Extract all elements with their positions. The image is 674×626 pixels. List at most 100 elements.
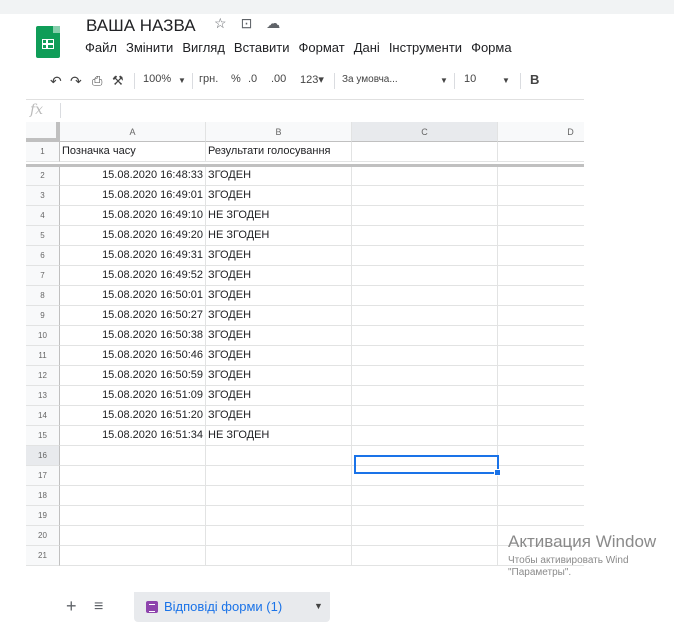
grid-cell[interactable] xyxy=(352,346,498,366)
grid-cell[interactable] xyxy=(352,486,498,506)
grid-cell[interactable] xyxy=(498,326,584,346)
grid-cell[interactable]: 15.08.2020 16:49:52 xyxy=(60,266,206,286)
row-header[interactable]: 3 xyxy=(26,186,60,206)
menu-format[interactable]: Формат xyxy=(299,40,345,55)
grid-cell[interactable] xyxy=(352,226,498,246)
grid-cell[interactable] xyxy=(498,246,584,266)
grid-cell[interactable]: ЗГОДЕН xyxy=(206,366,352,386)
fill-handle[interactable] xyxy=(494,469,501,476)
grid-cell[interactable] xyxy=(60,546,206,566)
row-header[interactable]: 17 xyxy=(26,466,60,486)
grid-cell[interactable] xyxy=(60,506,206,526)
grid-cell[interactable] xyxy=(60,446,206,466)
grid-cell[interactable] xyxy=(352,526,498,546)
paint-format-icon[interactable]: ⚒ xyxy=(112,73,124,89)
grid-cell[interactable]: 15.08.2020 16:49:01 xyxy=(60,186,206,206)
grid-cell[interactable] xyxy=(352,246,498,266)
grid-cell[interactable] xyxy=(352,266,498,286)
grid-cell[interactable] xyxy=(206,506,352,526)
column-header-d[interactable]: D xyxy=(498,122,584,142)
row-header[interactable]: 6 xyxy=(26,246,60,266)
row-header[interactable]: 21 xyxy=(26,546,60,566)
grid-cell[interactable] xyxy=(498,426,584,446)
grid-cell[interactable]: 15.08.2020 16:49:20 xyxy=(60,226,206,246)
grid-cell[interactable]: ЗГОДЕН xyxy=(206,246,352,266)
select-all-corner[interactable] xyxy=(26,122,60,142)
font-size-select[interactable]: 10 xyxy=(464,73,476,85)
grid-cell[interactable]: ЗГОДЕН xyxy=(206,326,352,346)
font-size-dropdown-icon[interactable]: ▼ xyxy=(502,76,510,85)
menu-file[interactable]: Файл xyxy=(85,40,117,55)
column-header-c[interactable]: C xyxy=(352,122,498,142)
menu-form[interactable]: Форма xyxy=(471,40,512,55)
grid-cell[interactable]: 15.08.2020 16:48:33 xyxy=(60,166,206,186)
row-header[interactable]: 13 xyxy=(26,386,60,406)
grid-cell[interactable]: 15.08.2020 16:51:20 xyxy=(60,406,206,426)
grid-cell[interactable]: НЕ ЗГОДЕН xyxy=(206,226,352,246)
zoom-select[interactable]: 100% xyxy=(143,73,171,85)
sheet-tab-dropdown-icon[interactable]: ▼ xyxy=(314,601,323,611)
row-header[interactable]: 12 xyxy=(26,366,60,386)
grid-cell[interactable] xyxy=(352,366,498,386)
grid-cell[interactable]: 15.08.2020 16:49:10 xyxy=(60,206,206,226)
grid-cell[interactable]: ЗГОДЕН xyxy=(206,346,352,366)
grid-cell[interactable] xyxy=(498,306,584,326)
increase-decimal-button[interactable]: .00 xyxy=(271,73,286,85)
grid-cell[interactable] xyxy=(352,306,498,326)
grid-cell[interactable]: НЕ ЗГОДЕН xyxy=(206,426,352,446)
grid-cell[interactable] xyxy=(498,226,584,246)
star-icon[interactable]: ☆ xyxy=(214,15,237,32)
grid-cell[interactable] xyxy=(498,346,584,366)
menu-view[interactable]: Вигляд xyxy=(182,40,225,55)
grid-cell[interactable]: 15.08.2020 16:51:34 xyxy=(60,426,206,446)
grid-cell[interactable] xyxy=(498,386,584,406)
menu-edit[interactable]: Змінити xyxy=(126,40,173,55)
grid-cell[interactable] xyxy=(498,366,584,386)
row-header[interactable]: 1 xyxy=(26,142,60,162)
grid-cell[interactable] xyxy=(352,426,498,446)
grid-cell[interactable] xyxy=(498,266,584,286)
bold-button[interactable]: B xyxy=(530,72,539,87)
sheets-logo-icon[interactable] xyxy=(36,26,60,58)
grid-cell[interactable] xyxy=(352,386,498,406)
grid-cell[interactable]: 15.08.2020 16:50:01 xyxy=(60,286,206,306)
grid-cell[interactable] xyxy=(498,142,584,162)
grid-cell[interactable] xyxy=(498,186,584,206)
font-select[interactable]: За умовча... xyxy=(342,74,398,85)
grid-cell[interactable] xyxy=(206,546,352,566)
grid-cell[interactable]: 15.08.2020 16:51:09 xyxy=(60,386,206,406)
grid-cell[interactable] xyxy=(206,466,352,486)
document-title[interactable]: ВАША НАЗВА xyxy=(86,16,196,36)
grid-cell[interactable] xyxy=(206,526,352,546)
menu-insert[interactable]: Вставити xyxy=(234,40,290,55)
grid-cell[interactable]: Результати голосування xyxy=(206,142,352,162)
grid-cell[interactable]: 15.08.2020 16:50:59 xyxy=(60,366,206,386)
frozen-row-divider[interactable] xyxy=(26,164,584,167)
grid-cell[interactable]: ЗГОДЕН xyxy=(206,166,352,186)
grid-cell[interactable]: ЗГОДЕН xyxy=(206,286,352,306)
grid-cell[interactable] xyxy=(498,506,584,526)
grid-cell[interactable] xyxy=(498,206,584,226)
font-dropdown-icon[interactable]: ▼ xyxy=(440,76,448,85)
menu-data[interactable]: Дані xyxy=(354,40,380,55)
formula-input[interactable] xyxy=(68,103,578,119)
grid-cell[interactable] xyxy=(498,286,584,306)
grid-cell[interactable] xyxy=(206,486,352,506)
row-header[interactable]: 8 xyxy=(26,286,60,306)
grid-cell[interactable] xyxy=(498,486,584,506)
grid-cell[interactable] xyxy=(352,166,498,186)
active-cell-selection[interactable] xyxy=(354,455,501,476)
grid-cell[interactable] xyxy=(352,206,498,226)
grid-cell[interactable]: ЗГОДЕН xyxy=(206,386,352,406)
grid-cell[interactable] xyxy=(60,466,206,486)
grid-cell[interactable] xyxy=(352,186,498,206)
cloud-status-icon[interactable]: ☁ xyxy=(266,15,290,32)
grid-cell[interactable]: ЗГОДЕН xyxy=(206,266,352,286)
grid-cell[interactable]: 15.08.2020 16:50:46 xyxy=(60,346,206,366)
row-header[interactable]: 14 xyxy=(26,406,60,426)
spreadsheet-grid[interactable]: A B C D 1 Позначка часу Результати голосув… xyxy=(26,122,584,584)
add-sheet-icon[interactable]: + xyxy=(66,596,77,617)
print-icon[interactable]: ⎙ xyxy=(92,73,102,89)
grid-cell[interactable]: 15.08.2020 16:50:38 xyxy=(60,326,206,346)
row-header[interactable]: 4 xyxy=(26,206,60,226)
